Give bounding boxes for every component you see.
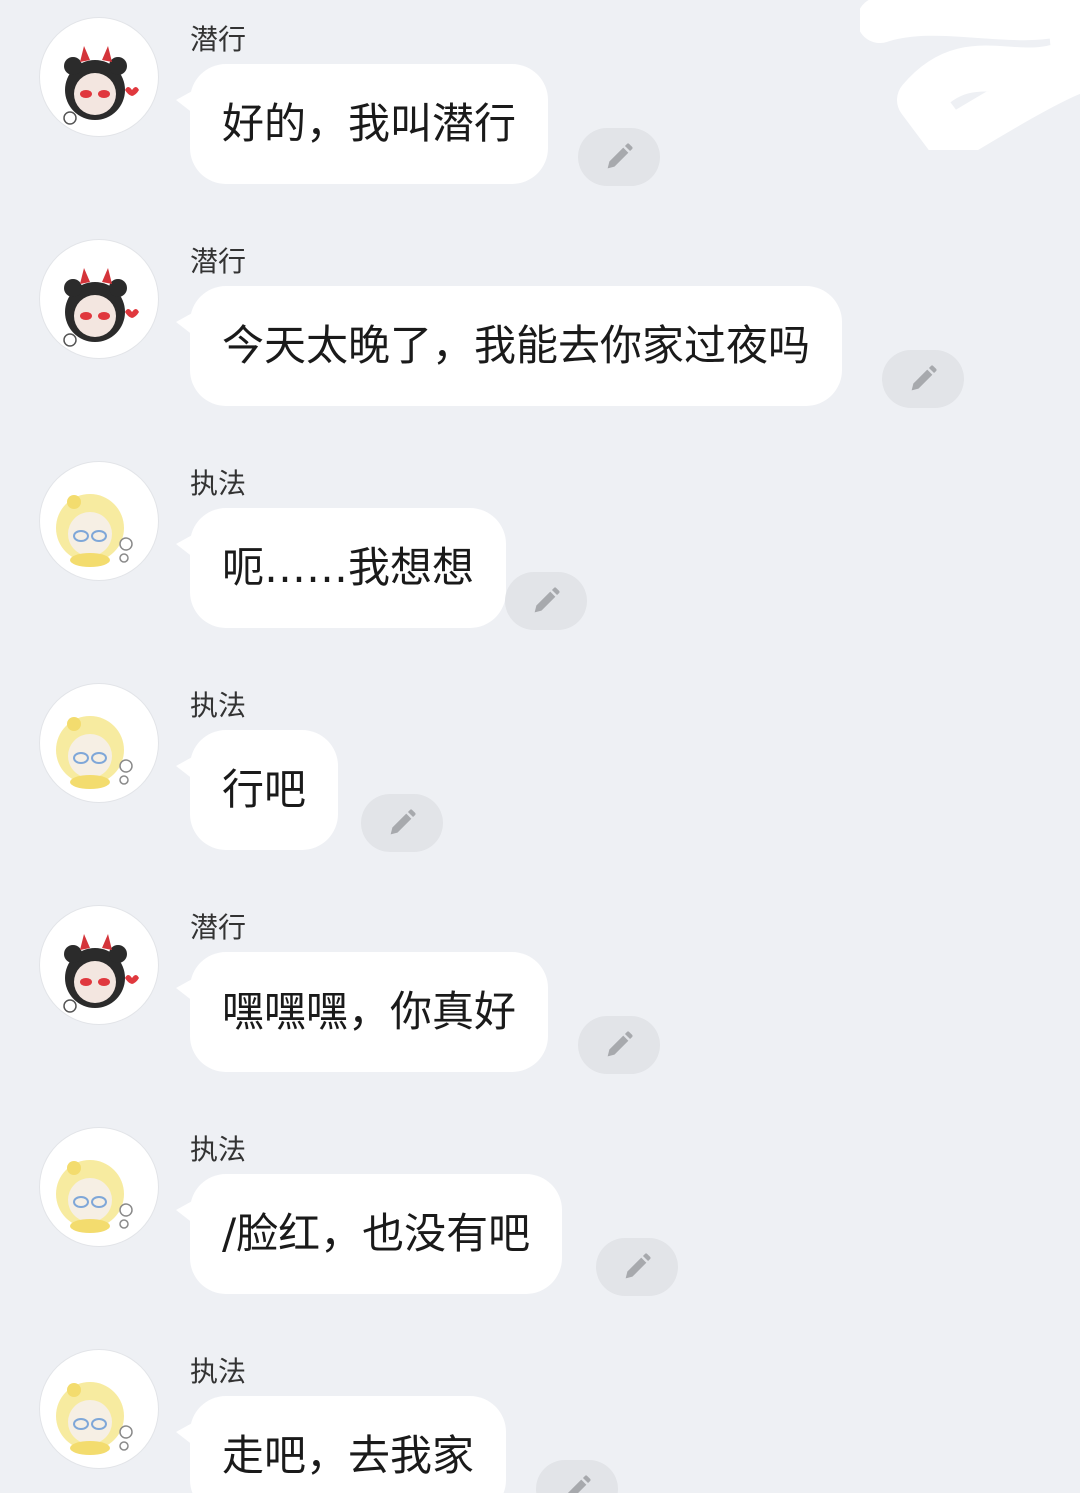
avatar[interactable] [40, 1128, 158, 1246]
sender-name: 执法 [190, 467, 247, 500]
sender-name: 潜行 [190, 911, 247, 944]
edit-button[interactable] [361, 794, 443, 852]
redaction-scribble [860, 0, 1080, 150]
chat-message: 执法 /脸红，也没有吧 [0, 1110, 1080, 1310]
sender-name: 执法 [190, 1355, 247, 1388]
yellow-chick-avatar-icon [56, 1160, 133, 1233]
message-bubble[interactable]: 今天太晚了，我能去你家过夜吗 [175, 286, 843, 406]
sender-name: 执法 [190, 689, 247, 722]
pencil-icon [390, 809, 416, 835]
pencil-icon [911, 365, 937, 391]
devil-panda-avatar-icon [63, 268, 139, 347]
chat-message: 执法 行吧 [0, 666, 1080, 866]
edit-button[interactable] [578, 128, 660, 186]
message-bubble[interactable]: 行吧 [175, 730, 339, 850]
chat-list: 潜行 好的，我叫潜行 潜行 今天太晚了，我能去你家过夜吗 执法 呃……我想想 执… [0, 0, 1080, 1493]
message-bubble[interactable]: 好的，我叫潜行 [175, 64, 549, 184]
sender-name: 执法 [190, 1133, 247, 1166]
message-bubble[interactable]: 走吧，去我家 [175, 1396, 507, 1493]
yellow-chick-avatar-icon [56, 1382, 133, 1455]
avatar[interactable] [40, 1350, 158, 1468]
edit-button[interactable] [505, 572, 587, 630]
pencil-icon [625, 1253, 651, 1279]
chat-message: 潜行 今天太晚了，我能去你家过夜吗 [0, 222, 1080, 422]
avatar[interactable] [40, 906, 158, 1024]
edit-button[interactable] [596, 1238, 678, 1296]
chat-message: 执法 呃……我想想 [0, 444, 1080, 644]
avatar[interactable] [40, 462, 158, 580]
avatar[interactable] [40, 18, 158, 136]
avatar[interactable] [40, 240, 158, 358]
devil-panda-avatar-icon [63, 934, 139, 1013]
devil-panda-avatar-icon [63, 46, 139, 125]
chat-message: 执法 走吧，去我家 [0, 1332, 1080, 1493]
avatar[interactable] [40, 684, 158, 802]
message-bubble[interactable]: 嘿嘿嘿，你真好 [175, 952, 549, 1072]
pencil-icon [534, 587, 560, 613]
edit-button[interactable] [882, 350, 964, 408]
edit-button[interactable] [578, 1016, 660, 1074]
message-bubble[interactable]: /脸红，也没有吧 [175, 1174, 563, 1294]
message-bubble[interactable]: 呃……我想想 [175, 508, 507, 628]
yellow-chick-avatar-icon [56, 716, 133, 789]
pencil-icon [607, 143, 633, 169]
pencil-icon [567, 1475, 591, 1493]
sender-name: 潜行 [190, 245, 247, 278]
chat-message: 潜行 嘿嘿嘿，你真好 [0, 888, 1080, 1088]
sender-name: 潜行 [190, 23, 247, 56]
edit-button[interactable] [536, 1460, 618, 1493]
yellow-chick-avatar-icon [56, 494, 133, 567]
pencil-icon [607, 1031, 633, 1057]
